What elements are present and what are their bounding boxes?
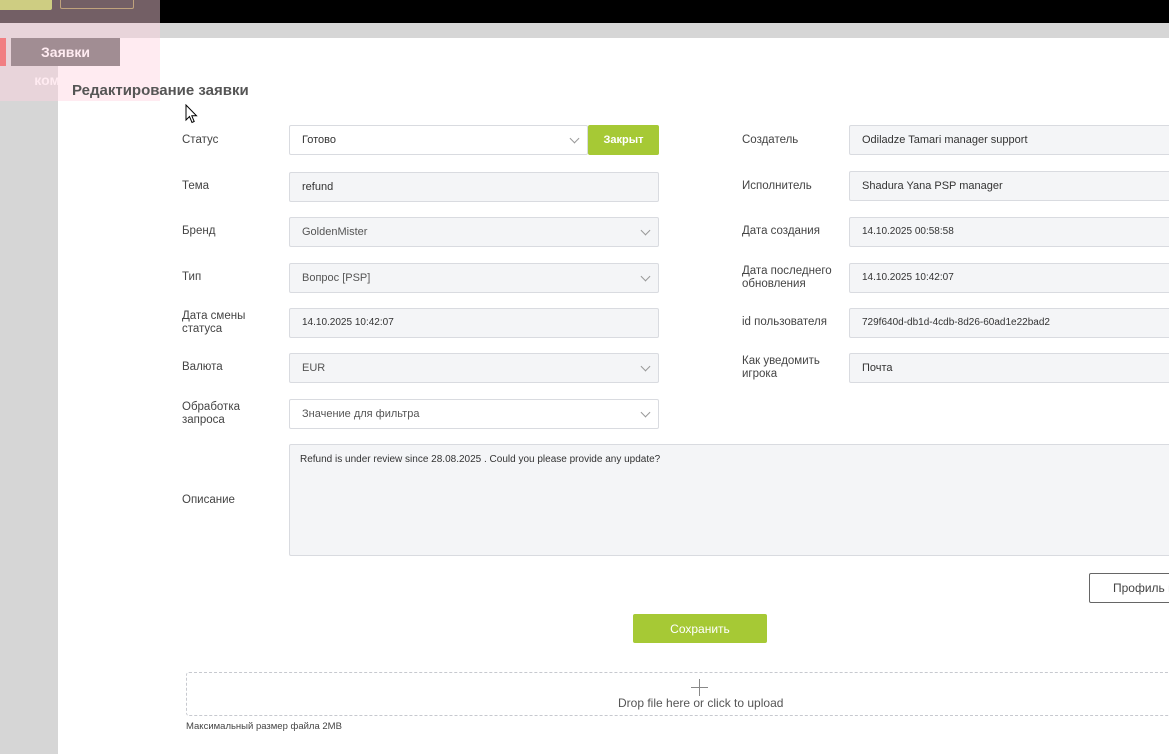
creator-field[interactable]: Odiladze Tamari manager support xyxy=(849,125,1169,155)
created-date-field[interactable]: 14.10.2025 00:58:58 xyxy=(849,217,1169,247)
chevron-down-icon xyxy=(640,271,651,282)
creator-label: Создатель xyxy=(742,134,799,146)
brand-value: GoldenMister xyxy=(302,226,368,238)
profile-button[interactable]: Профиль и xyxy=(1089,573,1169,603)
chevron-down-icon xyxy=(640,225,651,236)
currency-select[interactable]: EUR xyxy=(289,353,659,383)
updated-date-label-line1: Дата последнего xyxy=(742,265,832,277)
user-id-label: id пользователя xyxy=(742,316,827,328)
topic-label: Тема xyxy=(182,180,210,192)
type-label: Тип xyxy=(182,271,202,283)
processing-placeholder: Значение для фильтра xyxy=(302,408,420,420)
notify-field[interactable]: Почта xyxy=(849,353,1169,383)
upload-hint: Максимальный размер файла 2MB xyxy=(186,721,342,732)
status-change-date-label-line2: статуса xyxy=(182,323,223,335)
processing-label-line1: Обработка xyxy=(182,401,240,413)
user-id-field[interactable]: 729f640d-db1d-4cdb-8d26-60ad1e22bad2 xyxy=(849,308,1169,338)
status-change-date-label: Дата смены статуса xyxy=(182,310,245,336)
top-bar xyxy=(0,0,1169,23)
created-date-label: Дата создания xyxy=(742,225,820,237)
close-status-button[interactable]: Закрыт xyxy=(588,125,659,155)
status-select[interactable]: Готово xyxy=(289,125,588,155)
notify-label-line1: Как уведомить xyxy=(742,355,820,367)
processing-label: Обработка запроса xyxy=(182,401,240,427)
file-upload-dropzone[interactable]: Drop file here or click to upload xyxy=(186,672,1169,716)
updated-date-field[interactable]: 14.10.2025 10:42:07 xyxy=(849,263,1169,293)
executor-label: Исполнитель xyxy=(742,180,812,192)
updated-date-label-line2: обновления xyxy=(742,278,806,290)
page-title: Редактирование заявки xyxy=(72,82,249,99)
brand-select[interactable]: GoldenMister xyxy=(289,217,659,247)
status-change-date-label-line1: Дата смены xyxy=(182,310,246,322)
topic-input[interactable]: refund xyxy=(289,172,659,202)
chevron-down-icon xyxy=(640,407,651,418)
status-value: Готово xyxy=(302,134,336,146)
save-button[interactable]: Сохранить xyxy=(633,614,767,643)
currency-value: EUR xyxy=(302,362,326,374)
upload-text: Drop file here or click to upload xyxy=(618,696,784,710)
currency-label: Валюта xyxy=(182,361,223,373)
mouse-cursor-icon xyxy=(185,104,198,124)
chevron-down-icon xyxy=(569,133,580,144)
processing-label-line2: запроса xyxy=(182,414,225,426)
status-label: Статус xyxy=(182,134,219,146)
header-strip xyxy=(0,23,1169,37)
type-select[interactable]: Вопрос [PSP] xyxy=(289,263,659,293)
processing-select[interactable]: Значение для фильтра xyxy=(289,399,659,429)
description-label: Описание xyxy=(182,494,235,506)
updated-date-label: Дата последнего обновления xyxy=(742,265,832,291)
brand-label: Бренд xyxy=(182,225,216,237)
type-value: Вопрос [PSP] xyxy=(302,272,371,284)
executor-field[interactable]: Shadura Yana PSP manager xyxy=(849,171,1169,201)
status-change-date-field[interactable]: 14.10.2025 10:42:07 xyxy=(289,308,659,338)
chevron-down-icon xyxy=(640,361,651,372)
notify-label-line2: игрока xyxy=(742,368,778,380)
plus-icon xyxy=(691,679,708,696)
description-textarea[interactable]: Refund is under review since 28.08.2025 … xyxy=(289,444,1169,556)
notify-label: Как уведомить игрока xyxy=(742,355,820,381)
